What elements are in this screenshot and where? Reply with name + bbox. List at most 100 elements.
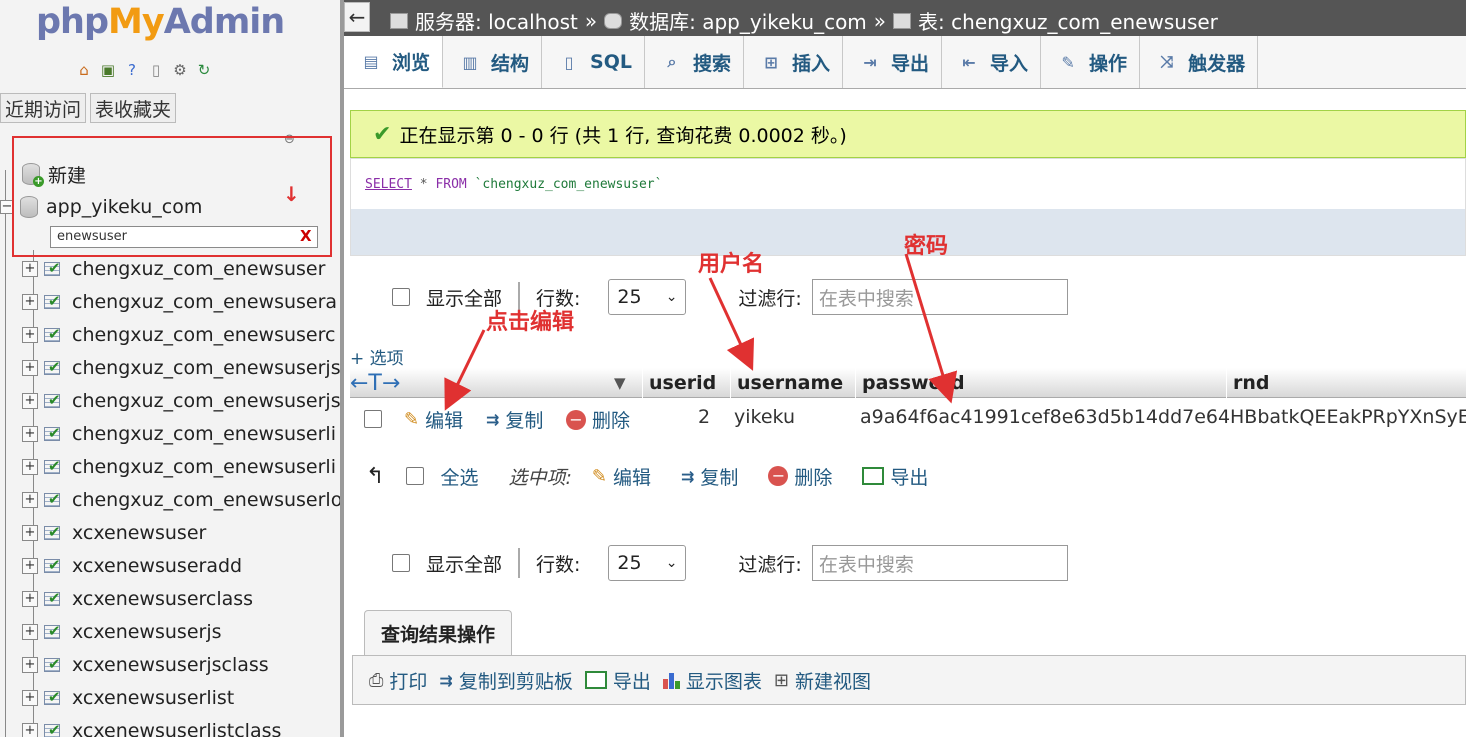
row-edit-button[interactable]: ✎ 编辑 [404, 406, 463, 433]
copy-clipboard-button[interactable]: ⇉ 复制到剪贴板 [439, 667, 572, 694]
expand-table-icon[interactable]: + [22, 690, 38, 706]
docs-icon[interactable]: ▯ [146, 60, 166, 80]
cell-rnd[interactable]: HBbatkQEEakPRpYXnSyE [1230, 406, 1466, 428]
table-list-item[interactable]: + ✔ chengxuz_com_enewsuser [22, 254, 325, 284]
expand-table-icon[interactable]: + [22, 294, 38, 310]
column-header-userid[interactable]: userid [642, 368, 728, 398]
cell-username[interactable]: yikeku [734, 406, 795, 428]
table-icon: ✔ [42, 721, 64, 737]
recent-button[interactable]: 近期访问 [0, 93, 87, 123]
show-all-checkbox[interactable] [392, 554, 410, 572]
export-icon [862, 467, 885, 485]
bulk-delete-button[interactable]: − 删除 [768, 463, 832, 490]
tab-structure[interactable]: ▥ 结构 [443, 36, 543, 88]
breadcrumb-server[interactable]: 服务器: localhost [415, 6, 578, 35]
show-chart-button[interactable]: 显示图表 [662, 667, 762, 694]
expand-table-icon[interactable]: + [22, 525, 38, 541]
table-list-item[interactable]: + ✔ xcxenewsuser [22, 518, 206, 548]
table-list-item[interactable]: + ✔ chengxuz_com_enewsuserli [22, 452, 336, 482]
table-icon: ✔ [42, 655, 64, 674]
structure-icon: ▥ [462, 52, 478, 72]
rows-select[interactable]: 25 ⌄ [608, 545, 687, 581]
column-header-rnd[interactable]: rnd [1226, 368, 1466, 398]
filter-rows-label: 过滤行: [738, 287, 802, 310]
tab-sql[interactable]: ▯ SQL [542, 36, 645, 88]
bulk-export-button[interactable]: 导出 [862, 463, 928, 490]
cell-userid[interactable]: 2 [698, 406, 710, 428]
select-all-checkbox[interactable] [406, 467, 425, 485]
expand-table-icon[interactable]: + [22, 624, 38, 640]
options-link[interactable]: + 选项 [350, 344, 404, 369]
table-icon: ✔ [42, 490, 64, 509]
back-arrow-icon[interactable]: ← [344, 2, 370, 32]
recent-favorites-bar: 近期访问 表收藏夹 [0, 93, 177, 123]
rows-select[interactable]: 25 ⌄ [608, 279, 687, 315]
expand-table-icon[interactable]: + [22, 261, 38, 277]
sort-dropdown-icon[interactable]: ▼ [614, 374, 626, 392]
filter-rows-input[interactable]: 在表中搜索 [811, 545, 1068, 581]
select-all-label[interactable]: 全选 [440, 463, 478, 490]
tab-browse[interactable]: ▤ 浏览 [344, 36, 444, 88]
row-delete-button[interactable]: − 删除 [566, 406, 630, 433]
show-all-checkbox[interactable] [392, 288, 410, 306]
column-header-username[interactable]: username [730, 368, 854, 398]
table-list-item[interactable]: + ✔ chengxuz_com_enewsuserjs [22, 386, 340, 416]
table-name: chengxuz_com_enewsuserlo [72, 489, 340, 511]
expand-table-icon[interactable]: + [22, 492, 38, 508]
table-list-item[interactable]: + ✔ xcxenewsuserjs [22, 617, 222, 647]
breadcrumb-database[interactable]: 数据库: app_yikeku_com [629, 6, 867, 35]
copy-icon: ⇉ [486, 410, 500, 429]
bulk-copy-button[interactable]: ⇉ 复制 [681, 463, 738, 490]
expand-table-icon[interactable]: + [22, 327, 38, 343]
expand-table-icon[interactable]: + [22, 558, 38, 574]
print-button[interactable]: ⎙ 打印 [369, 667, 427, 694]
exit-icon[interactable]: ▣ [98, 60, 118, 80]
expand-table-icon[interactable]: + [22, 723, 38, 737]
table-list-item[interactable]: + ✔ chengxuz_com_enewsuserjs [22, 353, 340, 383]
expand-table-icon[interactable]: + [22, 459, 38, 475]
export-icon [584, 671, 607, 689]
row-copy-button[interactable]: ⇉ 复制 [486, 406, 543, 433]
tab-triggers[interactable]: ⤨ 触发器 [1140, 36, 1259, 88]
tab-export[interactable]: ⇥ 导出 [843, 36, 943, 88]
row-checkbox[interactable] [364, 410, 382, 428]
expand-table-icon[interactable]: + [22, 393, 38, 409]
phpmyadmin-logo[interactable]: phpMyAdmin [36, 2, 285, 42]
table-list-item[interactable]: + ✔ chengxuz_com_enewsusera [22, 287, 337, 317]
table-list-item[interactable]: + ✔ chengxuz_com_enewsuserli [22, 419, 336, 449]
reload-icon[interactable]: ↻ [194, 60, 214, 80]
expand-table-icon[interactable]: + [22, 360, 38, 376]
bulk-edit-button[interactable]: ✎ 编辑 [592, 463, 651, 490]
table-list-item[interactable]: + ✔ xcxenewsuserclass [22, 584, 253, 614]
table-list-item[interactable]: + ✔ xcxenewsuserlist [22, 683, 234, 713]
table-list-item[interactable]: + ✔ chengxuz_com_enewsuserc [22, 320, 335, 350]
favorites-button[interactable]: 表收藏夹 [90, 93, 177, 123]
table-list-item[interactable]: + ✔ xcxenewsuseradd [22, 551, 242, 581]
check-icon: ✔ [373, 121, 392, 147]
create-view-button[interactable]: ⊞ 新建视图 [774, 667, 871, 694]
column-resize-arrows-icon[interactable]: ←T→ [350, 368, 400, 398]
cell-password[interactable]: a9a64f6ac41991cef8e63d5b14dd7e64 [860, 406, 1230, 428]
search-icon: ⌕ [667, 52, 677, 71]
help-icon[interactable]: ? [122, 60, 142, 80]
tab-insert[interactable]: ⊞ 插入 [744, 36, 844, 88]
printer-icon: ⎙ [369, 669, 384, 691]
table-list-item[interactable]: + ✔ xcxenewsuserjsclass [22, 650, 269, 680]
table-name: chengxuz_com_enewsuserjs [72, 357, 340, 379]
pencil-icon: ✎ [591, 465, 607, 487]
home-icon[interactable]: ⌂ [74, 60, 94, 80]
expand-table-icon[interactable]: + [22, 657, 38, 673]
tab-operations[interactable]: ✎ 操作 [1041, 36, 1141, 88]
table-list-item[interactable]: + ✔ xcxenewsuserlistclass [22, 716, 281, 737]
filter-rows-input[interactable]: 在表中搜索 [811, 279, 1068, 315]
table-icon: ✔ [42, 391, 64, 410]
column-header-password[interactable]: password [855, 368, 1225, 398]
expand-table-icon[interactable]: + [22, 591, 38, 607]
breadcrumb-table[interactable]: 表: chengxuz_com_enewsuser [918, 6, 1218, 35]
expand-table-icon[interactable]: + [22, 426, 38, 442]
tab-search[interactable]: ⌕ 搜索 [645, 36, 744, 88]
export-button[interactable]: 导出 [584, 667, 651, 694]
settings-icon[interactable]: ⚙ [170, 60, 190, 80]
tab-import[interactable]: ⇤ 导入 [942, 36, 1042, 88]
table-list-item[interactable]: + ✔ chengxuz_com_enewsuserlo [22, 485, 340, 515]
